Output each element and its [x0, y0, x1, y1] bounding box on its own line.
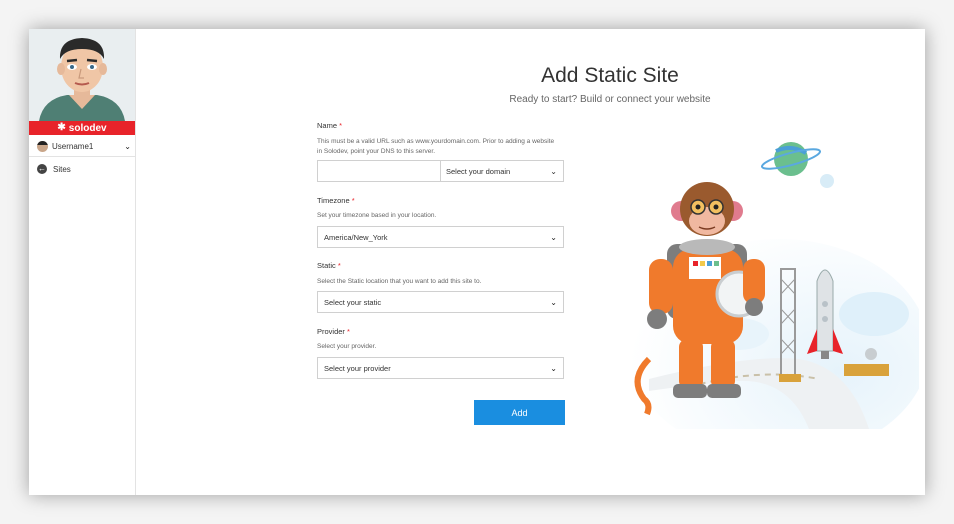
- required-marker: *: [337, 261, 341, 270]
- brand-name: solodev: [68, 122, 107, 134]
- required-marker: *: [347, 327, 350, 336]
- add-button[interactable]: Add: [474, 400, 565, 425]
- required-marker: *: [339, 121, 343, 130]
- brand-bar: ✱ solodev: [29, 121, 135, 135]
- provider-help: Select your provider.: [317, 343, 377, 350]
- back-arrow-icon: ←: [37, 164, 47, 174]
- chevron-down-icon: ⌄: [550, 363, 557, 373]
- user-menu[interactable]: Username1 ⌄: [29, 136, 135, 157]
- static-label: Static *: [317, 261, 341, 270]
- domain-select[interactable]: Select your domain ⌄: [440, 160, 564, 182]
- chevron-down-icon: ⌄: [550, 166, 557, 176]
- static-value: Select your static: [324, 297, 382, 307]
- name-label-text: Name: [317, 121, 338, 130]
- timezone-select[interactable]: America/New_York ⌄: [317, 226, 564, 248]
- chevron-down-icon: ⌄: [550, 232, 557, 242]
- planet-icon: [760, 142, 822, 176]
- app-window: ✱ solodev Username1 ⌄ ← Sites Add Static…: [29, 29, 925, 495]
- timezone-label: Timezone *: [317, 196, 355, 205]
- chevron-down-icon: ⌄: [550, 297, 557, 307]
- timezone-value: America/New_York: [324, 232, 388, 242]
- sidebar-item-sites[interactable]: ← Sites: [29, 162, 135, 176]
- page-title: Add Static Site: [541, 64, 679, 87]
- sidebar: ✱ solodev Username1 ⌄ ← Sites: [29, 29, 136, 495]
- page-subtitle: Ready to start? Build or connect your we…: [509, 94, 711, 105]
- static-label-text: Static: [317, 261, 336, 270]
- chevron-down-icon: ⌄: [124, 141, 131, 151]
- mini-avatar-icon: [37, 140, 48, 152]
- static-select[interactable]: Select your static ⌄: [317, 291, 564, 313]
- name-label: Name *: [317, 121, 342, 130]
- user-avatar: [29, 29, 135, 121]
- astronaut-illustration: [589, 129, 925, 459]
- provider-select[interactable]: Select your provider ⌄: [317, 357, 564, 379]
- sidebar-item-label: Sites: [53, 164, 71, 174]
- required-marker: *: [351, 196, 355, 205]
- static-help: Select the Static location that you want…: [317, 278, 482, 285]
- name-help: This must be a valid URL such as www.you…: [317, 138, 555, 155]
- provider-label: Provider *: [317, 327, 350, 336]
- timezone-label-text: Timezone: [317, 196, 350, 205]
- username: Username1: [52, 141, 94, 151]
- domain-select-value: Select your domain: [446, 166, 511, 176]
- provider-value: Select your provider: [324, 363, 391, 373]
- provider-label-text: Provider: [317, 327, 345, 336]
- timezone-help: Set your timezone based in your location…: [317, 212, 437, 219]
- name-input[interactable]: [317, 160, 441, 182]
- solodev-star-icon: ✱: [57, 122, 66, 133]
